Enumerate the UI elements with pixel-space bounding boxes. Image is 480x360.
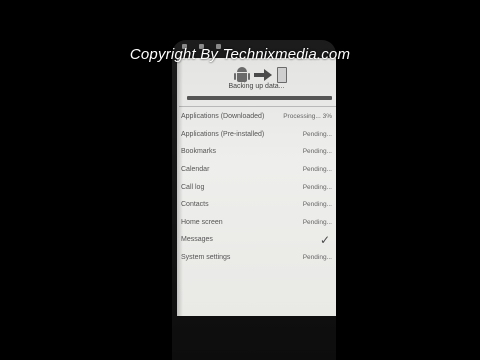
backup-progress-bar bbox=[187, 96, 332, 100]
item-label: System settings bbox=[181, 254, 231, 262]
item-status: Pending... bbox=[302, 218, 332, 226]
list-item-applications-downloaded: Applications (Downloaded) Processing... … bbox=[177, 108, 336, 126]
item-status: Pending... bbox=[302, 201, 332, 209]
item-status: Pending... bbox=[302, 183, 332, 191]
item-status: Processing... 3% bbox=[283, 113, 332, 121]
android-icon bbox=[234, 67, 250, 83]
phone-device-icon bbox=[277, 67, 287, 83]
arrow-right-icon bbox=[254, 69, 272, 81]
list-item-bookmarks: Bookmarks Pending... bbox=[177, 143, 336, 161]
backup-screen: Backing up data... Applications (Downloa… bbox=[177, 58, 336, 316]
backup-status-text: Backing up data... bbox=[228, 83, 285, 90]
checkmark-icon: ✓ bbox=[319, 232, 330, 247]
item-label: Messages bbox=[181, 236, 213, 244]
list-item-applications-preinstalled: Applications (Pre-installed) Pending... bbox=[177, 126, 336, 144]
item-label: Applications (Pre-installed) bbox=[181, 130, 265, 138]
backup-item-list: Applications (Downloaded) Processing... … bbox=[177, 108, 336, 266]
item-status: Pending... bbox=[302, 166, 332, 174]
list-item-calendar: Calendar Pending... bbox=[177, 161, 336, 179]
screen-shadow bbox=[177, 58, 183, 316]
list-item-messages: Messages ✓ bbox=[177, 231, 336, 249]
list-item-call-log: Call log Pending... bbox=[177, 178, 336, 196]
item-label: Call log bbox=[181, 183, 205, 191]
item-label: Bookmarks bbox=[181, 148, 217, 156]
item-status: Pending... bbox=[302, 130, 332, 138]
item-label: Contacts bbox=[181, 201, 209, 209]
item-status: Pending... bbox=[302, 254, 332, 262]
copyright-watermark: Copyright By Technixmedia.com bbox=[129, 46, 351, 63]
backup-header: Backing up data... bbox=[177, 58, 336, 108]
list-item-system-settings: System settings Pending... bbox=[177, 249, 336, 267]
list-item-home-screen: Home screen Pending... bbox=[177, 214, 336, 232]
item-label: Calendar bbox=[181, 166, 210, 174]
item-status: Pending... bbox=[302, 148, 332, 156]
divider bbox=[179, 106, 336, 107]
item-label: Home screen bbox=[181, 218, 223, 226]
item-label: Applications (Downloaded) bbox=[181, 113, 265, 121]
list-item-contacts: Contacts Pending... bbox=[177, 196, 336, 214]
